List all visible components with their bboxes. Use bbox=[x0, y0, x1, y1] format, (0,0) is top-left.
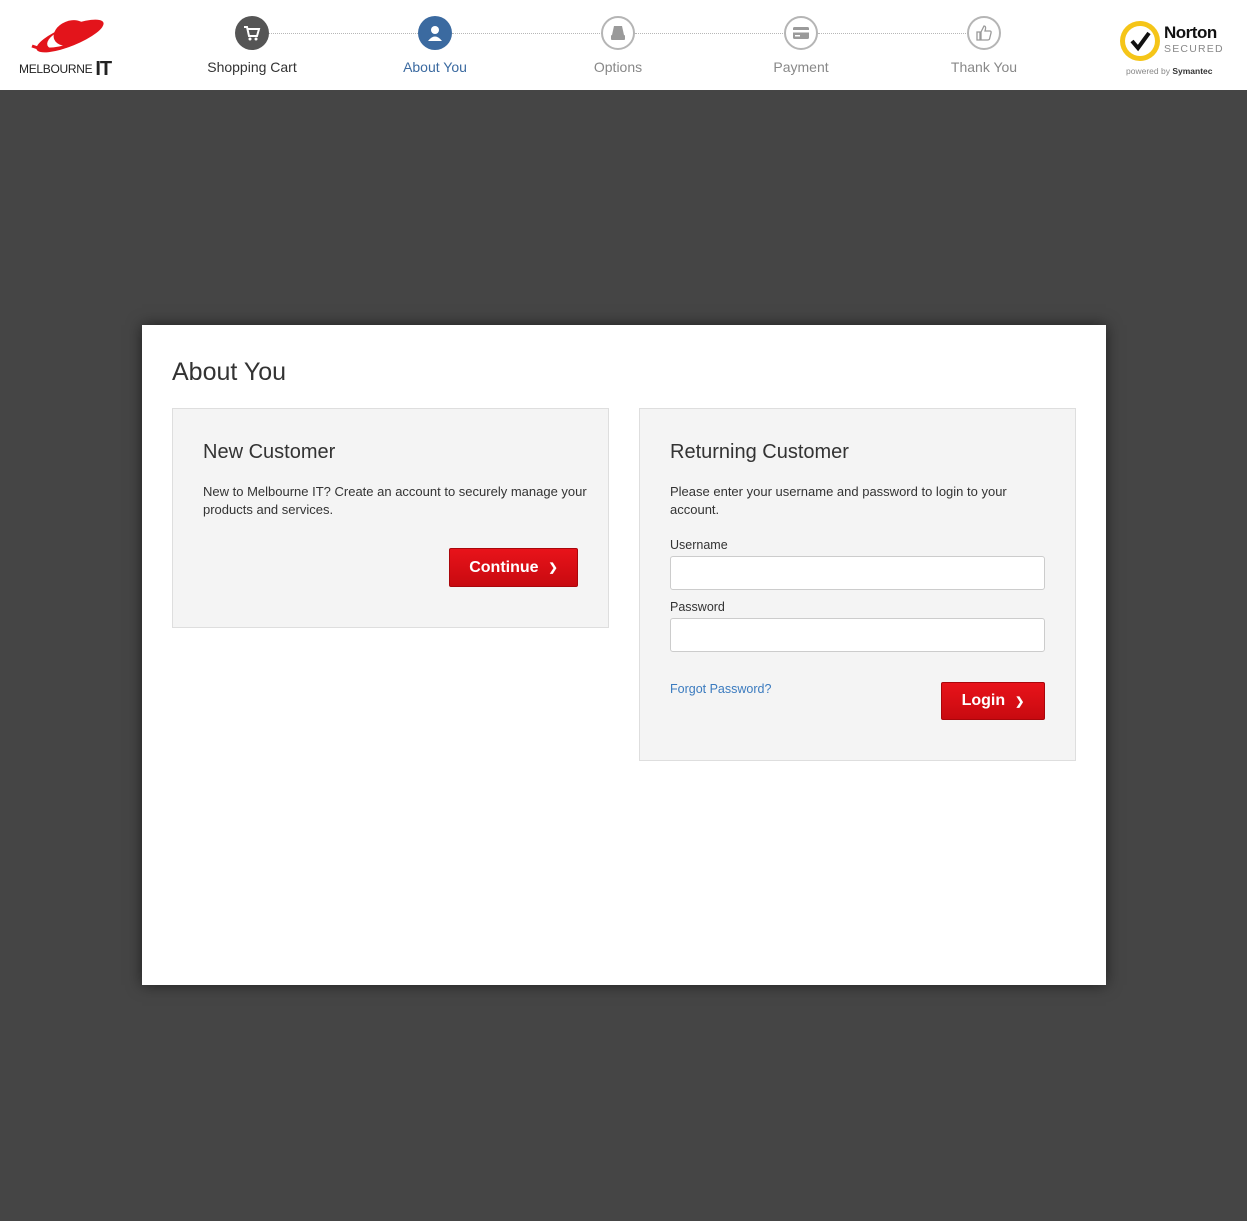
step-thank-you-badge bbox=[967, 16, 1001, 50]
melbourne-it-logo[interactable]: MELBOURNE IT bbox=[18, 16, 113, 80]
returning-customer-title: Returning Customer bbox=[670, 441, 849, 463]
logo-text-it: IT bbox=[95, 58, 112, 80]
chevron-right-icon: ❯ bbox=[1015, 695, 1025, 708]
norton-powered-brand: Symantec bbox=[1172, 66, 1213, 76]
continue-button[interactable]: Continue ❯ bbox=[449, 548, 578, 587]
chevron-right-icon: ❯ bbox=[548, 562, 558, 574]
logo-swoosh-icon bbox=[31, 19, 104, 53]
checkout-stepper: Shopping Cart About You Options Payment … bbox=[160, 16, 1080, 80]
page-title: About You bbox=[172, 358, 287, 386]
step-label: Thank You bbox=[950, 59, 1018, 75]
norton-secured-seal[interactable]: Norton SECURED powered by Symantec bbox=[1120, 15, 1232, 77]
step-shopping-cart-badge bbox=[235, 16, 269, 50]
cart-icon bbox=[244, 26, 261, 41]
continue-button-label: Continue bbox=[469, 558, 539, 576]
login-button[interactable]: Login ❯ bbox=[941, 682, 1045, 720]
username-field[interactable] bbox=[670, 556, 1045, 590]
step-label: Payment bbox=[773, 59, 829, 75]
new-customer-panel: New Customer New to Melbourne IT? Create… bbox=[172, 408, 609, 628]
about-you-card: About You New Customer New to Melbourne … bbox=[142, 325, 1106, 985]
forgot-password-link[interactable]: Forgot Password? bbox=[670, 682, 771, 696]
username-label: Username bbox=[670, 538, 728, 552]
logo-text: MELBOURNE bbox=[19, 62, 93, 76]
login-button-label: Login bbox=[961, 692, 1006, 709]
password-label: Password bbox=[670, 600, 725, 614]
new-customer-title: New Customer bbox=[203, 441, 336, 463]
step-payment[interactable]: Payment bbox=[741, 16, 861, 75]
step-payment-badge bbox=[784, 16, 818, 50]
step-label: Shopping Cart bbox=[207, 59, 297, 75]
step-label: About You bbox=[403, 59, 467, 75]
credit-card-icon bbox=[793, 27, 809, 39]
norton-subtitle: SECURED bbox=[1164, 43, 1224, 55]
step-about-you-badge bbox=[418, 16, 452, 50]
thumbs-up-icon bbox=[976, 25, 992, 41]
norton-seal-badge bbox=[1120, 21, 1160, 61]
check-icon bbox=[1130, 31, 1151, 52]
step-thank-you[interactable]: Thank You bbox=[924, 16, 1044, 75]
step-label: Options bbox=[593, 59, 643, 75]
step-shopping-cart[interactable]: Shopping Cart bbox=[192, 16, 312, 75]
norton-title: Norton bbox=[1164, 23, 1217, 42]
returning-customer-description: Please enter your username and password … bbox=[670, 484, 1007, 517]
norton-powered-prefix: powered by bbox=[1126, 66, 1170, 76]
drive-icon bbox=[611, 26, 625, 40]
norton-powered-by: powered by Symantec bbox=[1126, 66, 1213, 76]
step-about-you[interactable]: About You bbox=[375, 16, 495, 75]
header: MELBOURNE IT Shopping Cart About You Opt… bbox=[0, 0, 1247, 90]
new-customer-description: New to Melbourne IT? Create an account t… bbox=[203, 484, 587, 517]
logo-wordmark: MELBOURNE IT bbox=[19, 56, 112, 80]
returning-customer-panel: Returning Customer Please enter your use… bbox=[639, 408, 1076, 761]
step-options-badge bbox=[601, 16, 635, 50]
password-field[interactable] bbox=[670, 618, 1045, 652]
user-icon bbox=[428, 26, 442, 41]
step-options[interactable]: Options bbox=[558, 16, 678, 75]
